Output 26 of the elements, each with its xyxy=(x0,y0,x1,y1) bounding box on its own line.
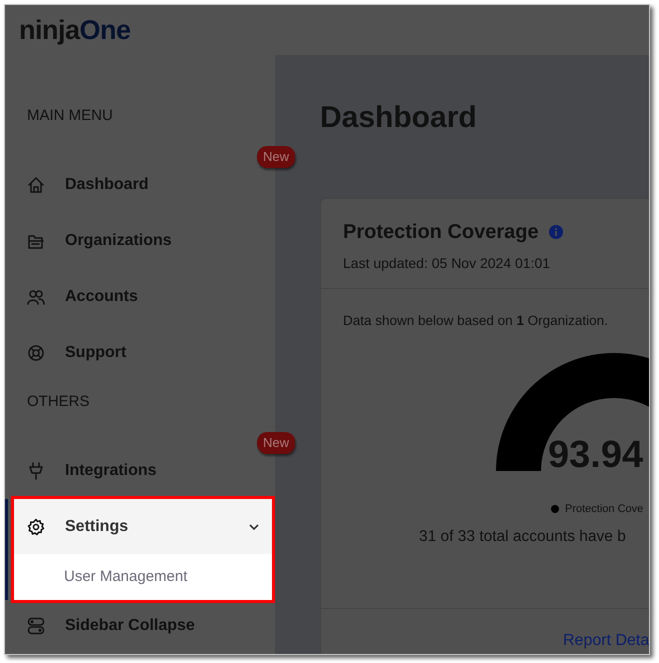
sidebar-collapse-button[interactable]: Sidebar Collapse xyxy=(5,598,275,654)
page-title: Dashboard xyxy=(320,100,478,136)
coverage-summary: 31 of 33 total accounts have b xyxy=(419,527,626,547)
last-updated-text: Last updated: 05 Nov 2024 01:01 xyxy=(343,254,552,273)
data-note: Data shown below based on 1 Organization. xyxy=(343,312,609,330)
card-title: Protection Coverage xyxy=(343,221,539,243)
users-icon xyxy=(27,288,45,306)
gauge-value: 93.94 xyxy=(548,436,644,474)
report-details-link[interactable]: Report Deta xyxy=(563,629,649,653)
legend-dot xyxy=(551,505,559,514)
gear-icon xyxy=(27,518,45,536)
sidebar-item[interactable]: Accounts xyxy=(5,269,275,325)
section-heading: MAIN MENU xyxy=(26,106,114,126)
new-badge: New xyxy=(256,432,295,454)
new-badge: New xyxy=(256,146,295,168)
ninjaone-logo: ninjaOne xyxy=(19,14,131,47)
home-icon xyxy=(27,176,45,194)
sidebar-item[interactable]: Organizations xyxy=(5,213,275,269)
legend-label: Protection Cove xyxy=(565,502,644,517)
submenu-item[interactable]: User Management xyxy=(14,554,272,600)
lifebuoy-icon xyxy=(27,344,45,362)
sidebar-item[interactable]: Settings xyxy=(14,499,272,554)
plug-icon xyxy=(27,462,45,480)
sidebar-item[interactable]: Support xyxy=(5,325,275,381)
section-heading: OTHERS xyxy=(26,392,91,412)
toggle-icon xyxy=(27,617,45,635)
